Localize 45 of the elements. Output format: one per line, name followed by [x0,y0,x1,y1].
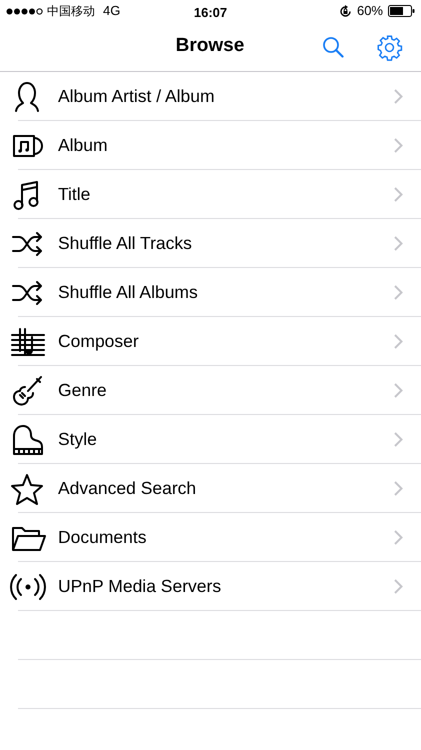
chevron-icon [394,530,403,545]
nav-title: Browse [174,34,246,58]
list-item[interactable]: UPnP Media Servers [0,562,421,611]
time-text: 16:07 [192,4,228,22]
carrier-text: 中国移动 [47,3,95,20]
item-label: Shuffle All Albums [58,281,198,304]
list-item[interactable]: Composer [0,317,421,366]
item-label: Shuffle All Tracks [58,232,192,256]
list-item[interactable]: Style [0,415,421,464]
battery-percent: 60% [356,2,383,20]
network-text: 4G [103,2,120,20]
list-item[interactable]: Album Artist / Album [0,72,421,121]
chevron-icon [394,579,403,594]
list-item[interactable]: Documents [0,513,421,562]
item-label: Documents [58,526,147,550]
chevron-icon [394,383,403,398]
rotation-lock-icon [338,4,352,18]
item-label: UPnP Media Servers [58,575,222,598]
item-label: Album [58,134,108,158]
item-label: Style [58,428,97,452]
signal-icon [6,8,44,14]
list-item[interactable]: Shuffle All Albums [0,268,421,317]
list-item[interactable]: Shuffle All Tracks [0,219,421,268]
list-item[interactable]: Genre [0,366,421,415]
item-label: Composer [58,330,139,354]
list-item[interactable]: Album [0,121,421,170]
item-label: Advanced Search [58,477,196,500]
chevron-icon [394,334,403,349]
search-icon [322,36,344,58]
item-label: Title [58,183,90,206]
chevron-icon [394,236,403,251]
chevron-icon [394,432,403,447]
piano-icon [10,422,46,456]
settings-icon [376,34,402,60]
star-icon [10,472,46,506]
list-item[interactable]: Title [0,170,421,219]
list-item[interactable]: Advanced Search [0,464,421,513]
chevron-icon [394,187,403,202]
item-label: Genre [58,379,107,402]
chevron-icon [394,285,403,300]
item-label: Album Artist / Album [58,85,215,108]
chevron-icon [394,138,403,153]
battery-icon [388,5,415,17]
chevron-icon [394,89,403,104]
chevron-icon [394,481,403,496]
